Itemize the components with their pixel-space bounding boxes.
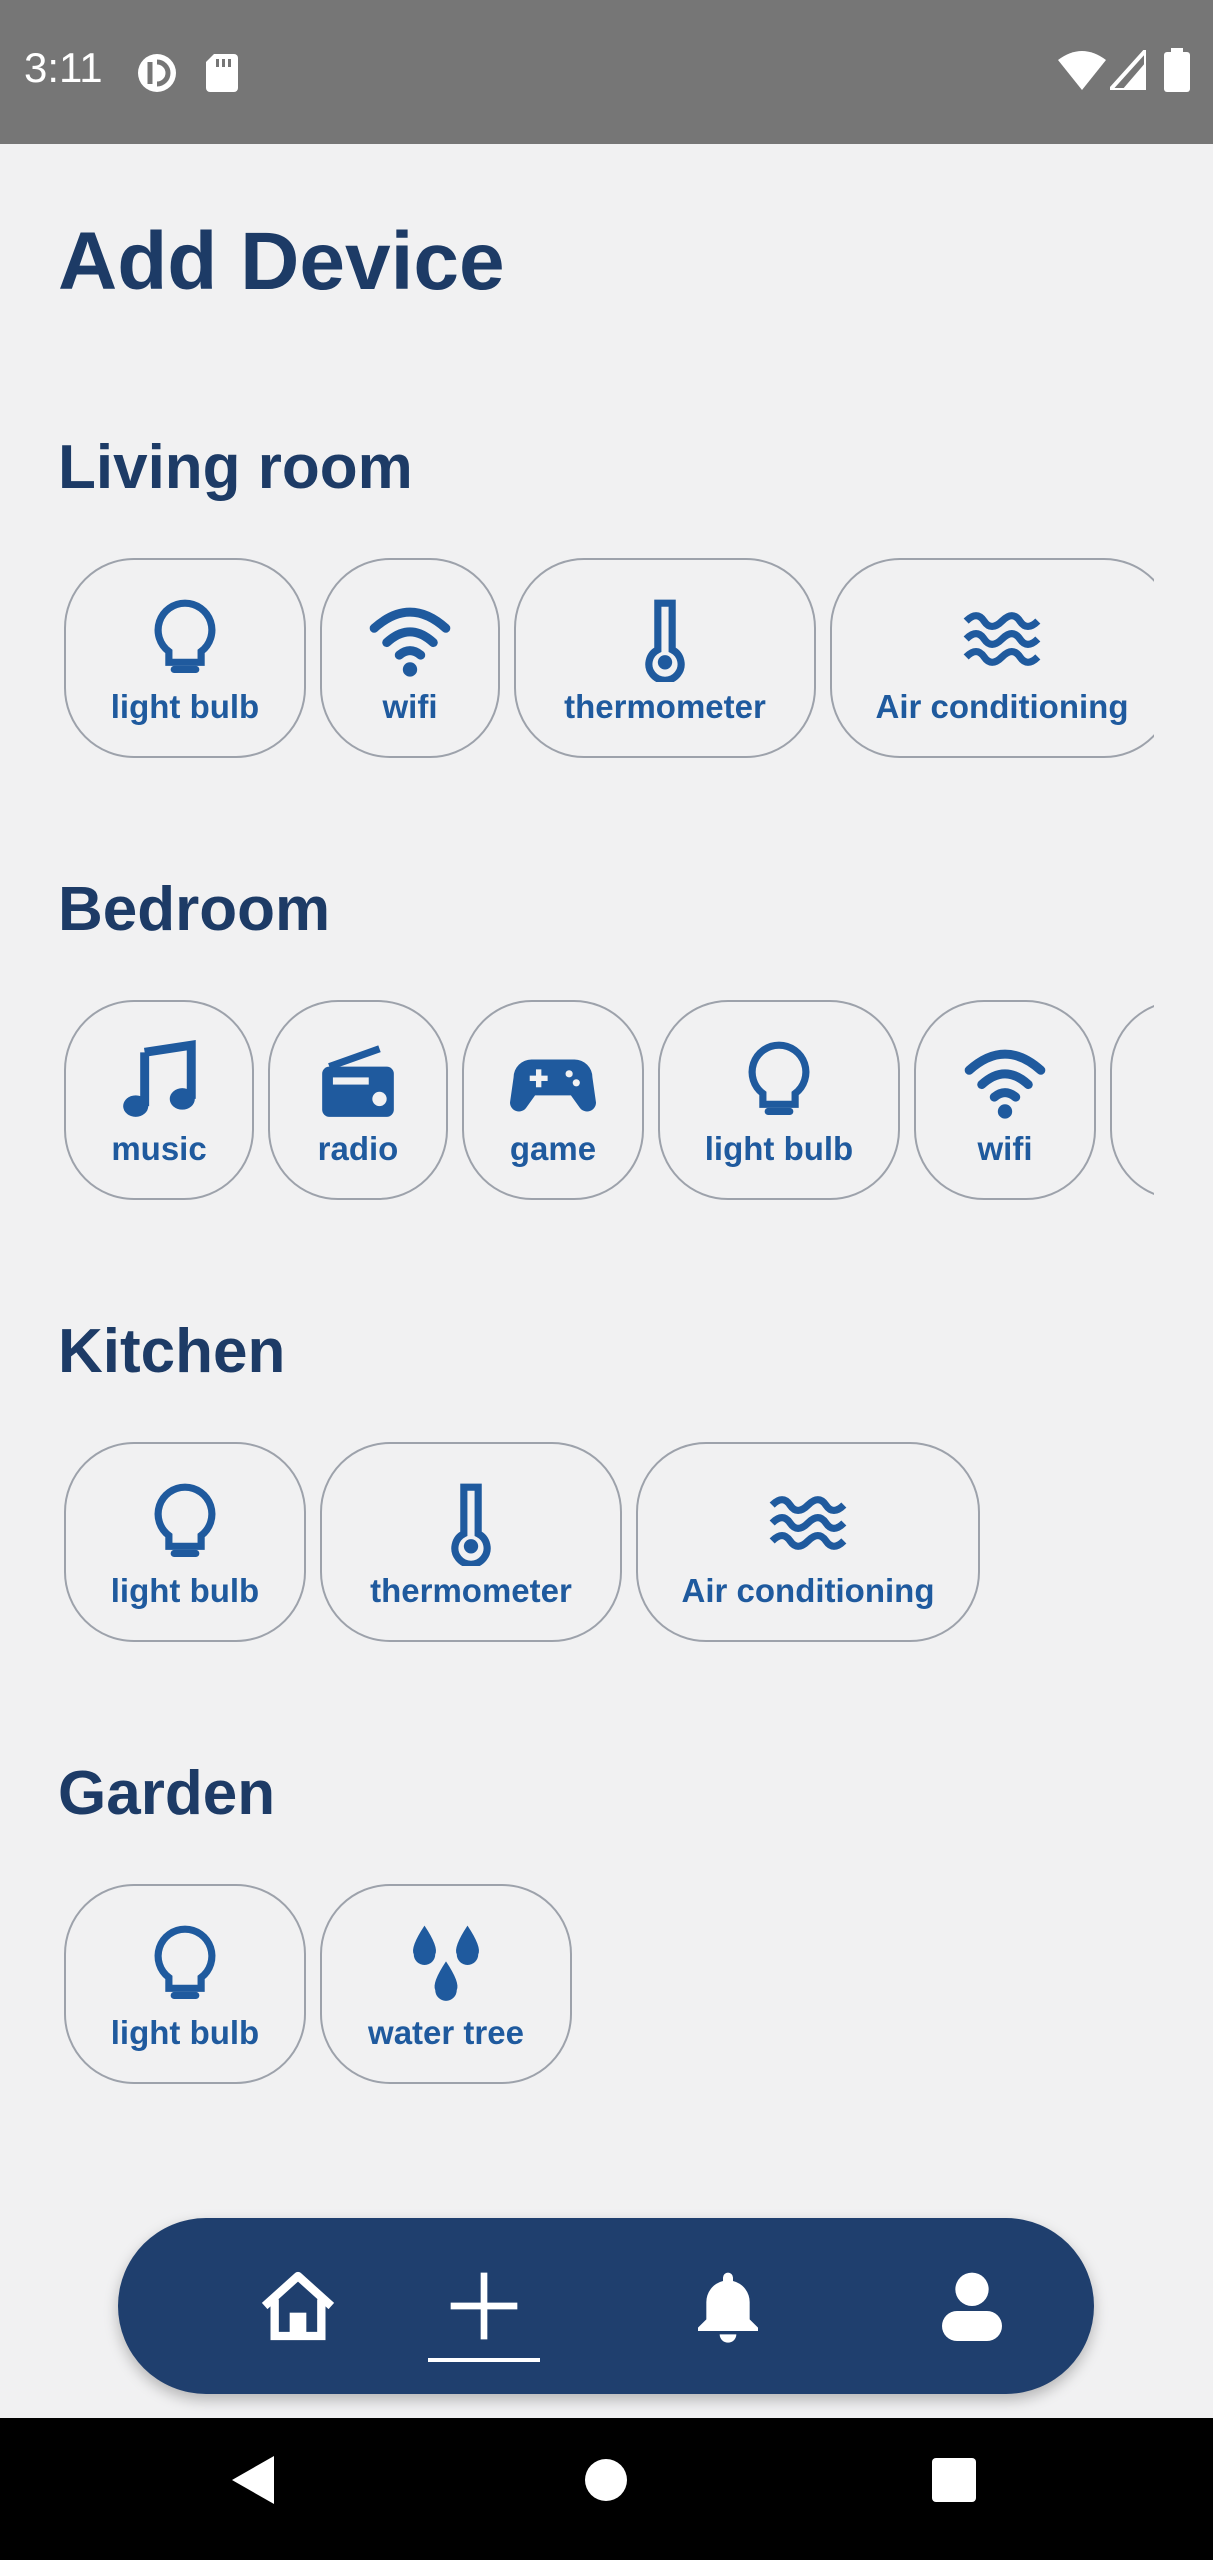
device-list[interactable]: light bulb water tree: [58, 1880, 1154, 2090]
home-circle-icon[interactable]: [584, 2458, 628, 2507]
device-chip-partial[interactable]: [1110, 1000, 1154, 1200]
device-label: Air conditioning: [681, 1572, 935, 1609]
nav-notifications-button[interactable]: [668, 2248, 788, 2364]
active-tab-indicator: [428, 2358, 540, 2362]
device-list[interactable]: light bulb thermometer Air conditioning: [58, 1438, 1154, 1648]
device-chip-music[interactable]: music: [64, 1000, 254, 1200]
bottom-navigation: [118, 2218, 1094, 2394]
profile-icon: [942, 2272, 1002, 2341]
page-title: Add Device: [58, 216, 505, 307]
sd-card-icon: [206, 54, 240, 97]
device-chip-thermometer[interactable]: thermometer: [514, 558, 816, 758]
device-chip-air-conditioning[interactable]: Air conditioning: [636, 1442, 980, 1642]
gamepad-icon: [510, 1059, 596, 1112]
water-drops-icon: [413, 1925, 479, 2001]
device-chip-radio[interactable]: radio: [268, 1000, 448, 1200]
thermometer-icon: [451, 1483, 491, 1566]
device-list[interactable]: music radio game light bulb wifi: [58, 996, 1154, 1206]
status-time: 3:11: [24, 44, 103, 91]
device-chip-light-bulb[interactable]: light bulb: [658, 1000, 900, 1200]
lightbulb-icon: [154, 1925, 216, 2000]
battery-icon: [1164, 48, 1190, 97]
home-icon: [261, 2271, 335, 2341]
device-chip-thermometer[interactable]: thermometer: [320, 1442, 622, 1642]
device-label: Air conditioning: [875, 688, 1129, 725]
device-chip-game[interactable]: game: [462, 1000, 644, 1200]
wifi-signal-icon: [1058, 50, 1106, 95]
device-label: light bulb: [704, 1130, 854, 1167]
nav-profile-button[interactable]: [912, 2248, 1032, 2364]
room-title: Bedroom: [58, 875, 331, 944]
cell-signal-icon: [1105, 44, 1148, 95]
device-chip-light-bulb[interactable]: light bulb: [64, 1442, 306, 1642]
device-label: water tree: [368, 2014, 524, 2051]
radio-icon: [322, 1045, 394, 1117]
device-chip-light-bulb[interactable]: light bulb: [64, 1884, 306, 2084]
wifi-icon: [964, 1049, 1046, 1119]
system-navigation-bar: [0, 2418, 1213, 2560]
air-conditioning-icon: [769, 1496, 847, 1550]
device-label: thermometer: [370, 1572, 572, 1609]
add-icon: [450, 2272, 518, 2340]
room-title: Living room: [58, 433, 413, 502]
device-chip-wifi[interactable]: wifi: [320, 558, 500, 758]
device-label: radio: [317, 1130, 399, 1167]
device-chip-light-bulb[interactable]: light bulb: [64, 558, 306, 758]
device-label: thermometer: [564, 688, 766, 725]
sync-icon: [136, 52, 178, 99]
device-label: wifi: [977, 1130, 1033, 1167]
nav-add-button[interactable]: [424, 2248, 544, 2364]
device-label: game: [509, 1130, 597, 1167]
lightbulb-icon: [748, 1041, 810, 1116]
lightbulb-icon: [154, 1483, 216, 1558]
device-label: light bulb: [110, 688, 260, 725]
music-icon: [123, 1039, 196, 1117]
device-chip-water-tree[interactable]: water tree: [320, 1884, 572, 2084]
wifi-icon: [369, 607, 451, 677]
status-bar: 3:11: [0, 0, 1213, 144]
air-conditioning-icon: [963, 612, 1041, 666]
lightbulb-icon: [154, 599, 216, 674]
room-title: Kitchen: [58, 1317, 286, 1386]
room-title: Garden: [58, 1759, 276, 1828]
device-label: music: [111, 1130, 207, 1167]
device-label: light bulb: [110, 2014, 260, 2051]
nav-home-button[interactable]: [238, 2248, 358, 2364]
device-chip-air-conditioning[interactable]: Air conditioning: [830, 558, 1154, 758]
bell-icon: [698, 2272, 758, 2343]
device-chip-wifi[interactable]: wifi: [914, 1000, 1096, 1200]
thermometer-icon: [645, 599, 685, 682]
device-list[interactable]: light bulb wifi thermometer Air conditio…: [58, 554, 1154, 764]
back-icon[interactable]: [230, 2454, 276, 2511]
device-label: light bulb: [110, 1572, 260, 1609]
recents-icon[interactable]: [932, 2458, 976, 2507]
device-label: wifi: [382, 688, 438, 725]
